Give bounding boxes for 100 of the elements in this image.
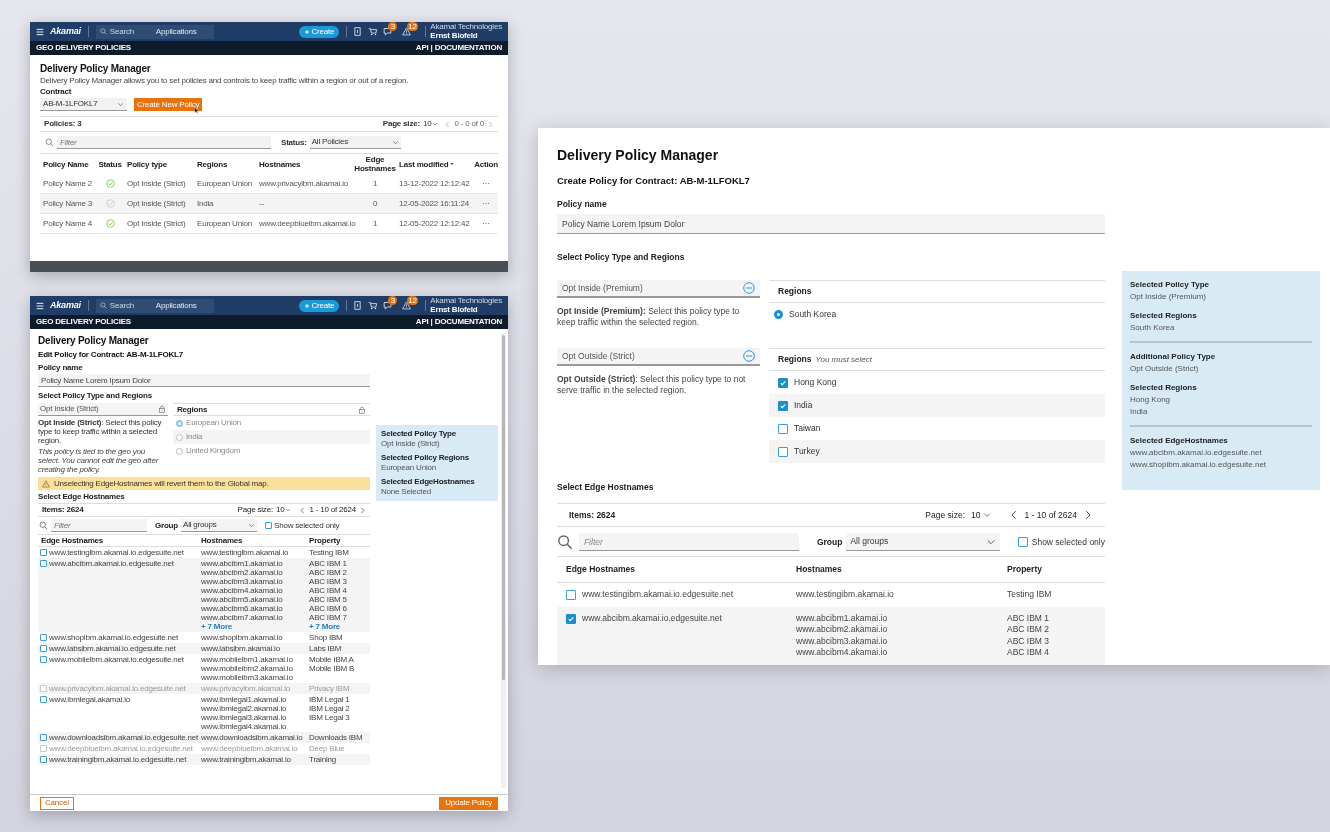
column-header[interactable]: Hostnames (198, 535, 306, 547)
checkbox-label[interactable]: India (794, 399, 813, 412)
remove-icon[interactable] (743, 282, 755, 294)
checkbox[interactable] (40, 634, 47, 641)
column-header[interactable]: Status (96, 159, 124, 169)
checkbox[interactable] (778, 377, 788, 388)
search-icon[interactable] (99, 302, 107, 309)
checkbox[interactable] (40, 756, 47, 763)
checkbox[interactable] (265, 522, 272, 529)
chevron-down-icon[interactable] (285, 507, 292, 513)
column-header[interactable]: Policy type (124, 159, 194, 169)
user-name[interactable]: Ernst Blofeld (430, 305, 502, 314)
applications-dropdown[interactable]: Applications (155, 301, 197, 310)
column-header[interactable]: Hostnames (256, 159, 354, 169)
table-row[interactable]: Policy Name 3 Opt Inside (Strict) India -- 0 12-05-2022 16:11:24 ··· (40, 194, 498, 214)
table-cell: www.shopibm.akamai.io (201, 633, 283, 642)
column-header[interactable]: Regions (194, 159, 256, 169)
page-size-dropdown[interactable]: 10 (275, 504, 285, 516)
policy-type-field[interactable]: Opt Outside (Strict) (557, 348, 760, 366)
group-dropdown[interactable]: All groups (846, 533, 1000, 551)
more-link[interactable]: + 7 More (201, 622, 233, 631)
previous-page-icon[interactable] (1008, 510, 1019, 520)
column-header[interactable]: Edge Hostnames (38, 535, 198, 547)
search-field[interactable]: Search (109, 299, 142, 312)
policy-name-field[interactable]: Policy Name Lorem Ipsum Dolor (38, 374, 370, 387)
section-heading: Select Policy Type and Regions (38, 391, 153, 401)
checkbox[interactable] (566, 613, 576, 624)
radio-button[interactable] (774, 310, 783, 319)
company-name: Akamai Technologies (430, 297, 502, 305)
table-row[interactable]: www.trainingibm.akamai.io.edgesuite.net www.trainingibm.akamai.io Training (38, 754, 370, 765)
checkbox-label[interactable]: Hong Kong (794, 376, 837, 389)
menu-icon[interactable] (36, 27, 44, 36)
menu-icon[interactable] (36, 301, 44, 310)
column-header[interactable]: Edge Hostnames (557, 563, 787, 576)
checkbox-label[interactable]: Turkey (794, 445, 820, 458)
checkbox[interactable] (40, 656, 47, 663)
cart-icon[interactable] (368, 301, 378, 310)
filter-field[interactable]: Filter (57, 136, 271, 149)
column-header[interactable]: Action (474, 159, 498, 169)
page-size-dropdown[interactable]: 10 (422, 118, 432, 130)
column-header[interactable]: Last modified (396, 159, 474, 169)
checkbox[interactable] (40, 645, 47, 652)
table-row[interactable]: www.downloadsibm.akamai.io.edgesuite.net www.downloadsibm.akamai.io Downloads IBM (38, 732, 370, 743)
document-icon[interactable] (353, 301, 363, 310)
checkbox[interactable] (778, 423, 788, 434)
checkbox-label[interactable]: Show selected only (274, 519, 340, 532)
scrollbar[interactable] (501, 333, 506, 788)
table-cell: ABC IBM 1 (309, 559, 347, 568)
checkbox[interactable] (40, 734, 47, 741)
action-menu[interactable]: ··· (474, 217, 498, 230)
column-header[interactable]: Property (998, 563, 1105, 576)
more-link[interactable]: + 7 More (309, 622, 341, 631)
chat-icon[interactable] (383, 301, 393, 310)
table-row[interactable]: www.labsibm.akamai.io.edgesuite.net www.labsibm.akamai.io Labs IBM (38, 643, 370, 654)
cart-icon[interactable] (368, 27, 378, 36)
column-header[interactable]: Edge Hostnames (354, 155, 396, 173)
checkbox[interactable] (778, 446, 788, 457)
alert-icon[interactable] (402, 301, 412, 310)
search-icon[interactable] (99, 28, 107, 35)
api-documentation-link[interactable]: API | DOCUMENTATION (415, 42, 502, 54)
filter-field[interactable]: Filter (578, 533, 799, 551)
checkbox[interactable] (1017, 537, 1028, 547)
column-header[interactable]: Policy Name (40, 159, 96, 169)
policy-name-field[interactable]: Policy Name Lorem Ipsum Dolor (557, 214, 1105, 234)
page-size-dropdown[interactable]: 10 (971, 508, 981, 522)
cancel-button[interactable]: Cancel (40, 796, 74, 810)
policy-description: Opt Inside (Strict): Select this policy type to keep traffic within a selected region. (38, 418, 163, 445)
page-heading: Delivery Policy Manager (38, 335, 150, 347)
user-name[interactable]: Ernst Blofeld (430, 31, 502, 40)
contract-dropdown[interactable]: AB-M-1LFOKL7 (40, 98, 127, 111)
api-documentation-link[interactable]: API | DOCUMENTATION (415, 316, 502, 328)
alert-icon[interactable] (402, 27, 412, 36)
checkbox[interactable] (40, 696, 47, 703)
table-row[interactable] (38, 558, 370, 632)
table-cell: www.abcibm1.akamai.io (796, 612, 888, 624)
next-page-icon[interactable] (1083, 510, 1093, 520)
search-field[interactable]: Search (109, 25, 142, 38)
column-header[interactable]: Hostnames (787, 563, 998, 576)
checkbox[interactable] (40, 560, 47, 567)
remove-icon[interactable] (743, 350, 755, 362)
chevron-down-icon[interactable] (982, 511, 991, 519)
checkbox-label[interactable]: Show selected only (1031, 535, 1105, 549)
action-menu[interactable]: ··· (474, 177, 498, 190)
filter-field[interactable]: Filter (51, 519, 147, 532)
checkbox[interactable] (778, 400, 788, 411)
policy-type-field[interactable]: Opt Inside (Premium) (557, 280, 760, 298)
applications-dropdown[interactable]: Applications (155, 27, 197, 36)
chevron-down-icon[interactable] (432, 121, 439, 127)
checkbox[interactable] (566, 590, 576, 600)
action-menu[interactable]: ··· (474, 197, 498, 210)
summary-value: Hong Kong (1130, 395, 1172, 405)
column-header[interactable]: Property (306, 535, 368, 547)
table-row[interactable]: www.abcibm.akamai.io.edgesuite.net www.abcibm1.akamai.io www.abcibm2.akamai.io www.abcibm3.akamai.io www.abcibm4.akamai.io ABC IBM 1 ABC IBM 2 ABC IBM 3 ABC IBM 4 (557, 606, 1105, 665)
checkbox-label[interactable]: Taiwan (794, 422, 821, 435)
group-dropdown[interactable]: All groups (181, 519, 257, 532)
chat-icon[interactable] (383, 27, 393, 36)
status-dropdown[interactable]: All Policies (309, 136, 401, 149)
checkbox[interactable] (40, 549, 47, 556)
radio-label[interactable]: South Korea (789, 308, 837, 321)
document-icon[interactable] (353, 27, 363, 36)
